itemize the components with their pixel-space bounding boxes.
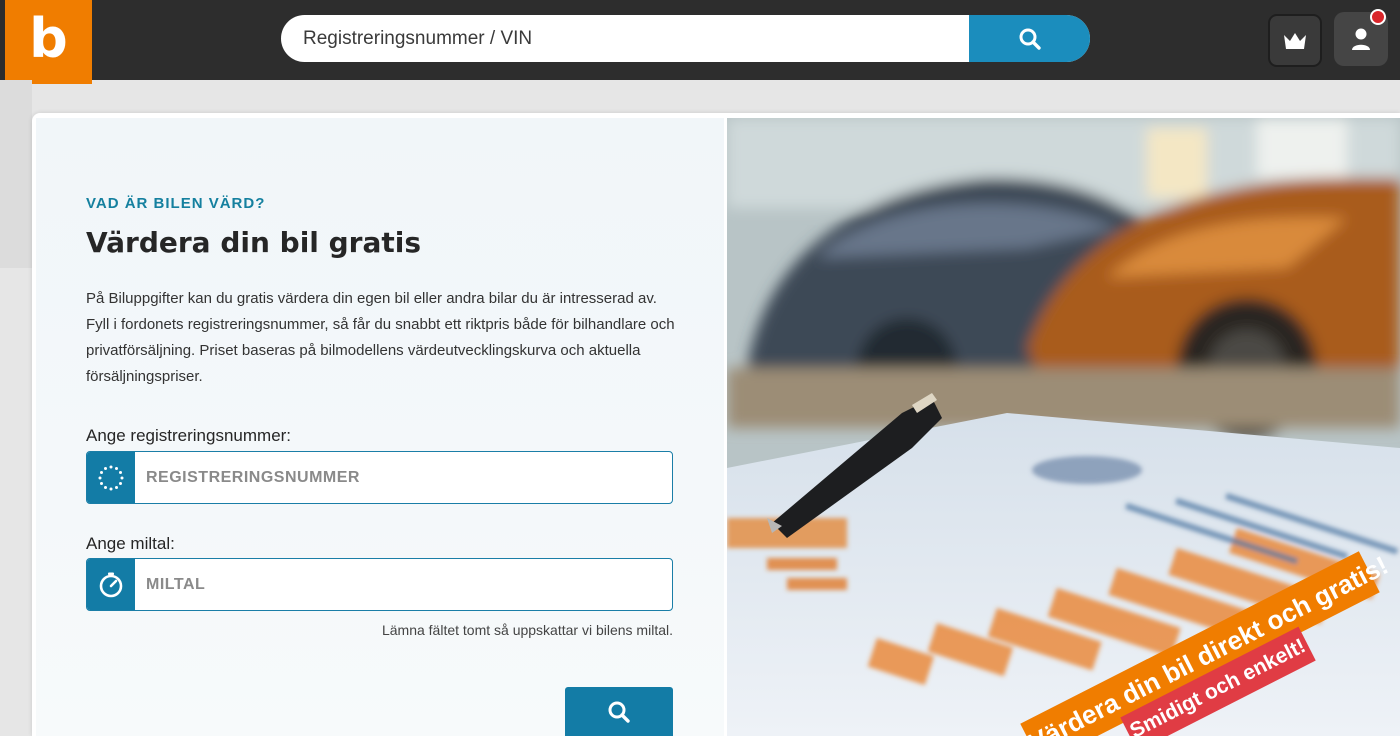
eu-plate-badge [87, 452, 135, 503]
mileage-hint: Lämna fältet tomt så uppskattar vi bilen… [381, 622, 673, 638]
reg-number-field [86, 451, 673, 504]
premium-button[interactable] [1268, 14, 1322, 67]
section-eyebrow: VAD ÄR BILEN VÄRD? [86, 195, 266, 212]
vehicle-search-input[interactable] [281, 15, 969, 62]
vehicle-search [281, 15, 1090, 62]
logo-letter: b [29, 7, 68, 70]
intro-text: På Biluppgifter kan du gratis värdera di… [86, 290, 675, 385]
top-navigation-bar: b [0, 0, 1400, 84]
account-button[interactable] [1334, 9, 1388, 66]
hero-image: Värdera din bil direkt och gratis! Smidi… [727, 118, 1400, 736]
notification-dot [1370, 9, 1386, 25]
mileage-field [86, 558, 673, 611]
speedometer-icon [99, 572, 123, 597]
search-icon [608, 701, 630, 723]
mileage-input[interactable] [135, 559, 672, 610]
crown-icon [1284, 32, 1306, 49]
mileage-badge [87, 559, 135, 610]
site-logo[interactable]: b [5, 0, 92, 84]
search-icon [1019, 28, 1041, 50]
reg-number-input[interactable] [135, 452, 672, 503]
reg-number-label: Ange registreringsnummer: [86, 426, 292, 445]
user-icon [1352, 28, 1370, 50]
valuation-submit-button[interactable] [565, 687, 673, 736]
mileage-label: Ange miltal: [86, 534, 175, 553]
vehicle-search-button[interactable] [969, 15, 1090, 62]
page-background-strip [0, 80, 32, 268]
eu-stars-icon [98, 465, 124, 490]
page-title: Värdera din bil gratis [86, 226, 422, 259]
